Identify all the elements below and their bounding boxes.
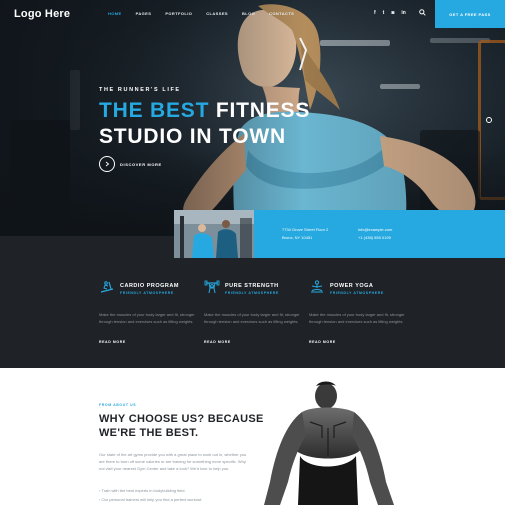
hero-headline: THE BEST FITNESS STUDIO IN TOWN bbox=[99, 98, 310, 150]
discover-more-button[interactable]: DISCOVER MORE bbox=[99, 156, 162, 172]
feature-subtitle: FRIENDLY ATMOSPHERE bbox=[120, 291, 174, 295]
feature-description: Make the muscles of your body larger and… bbox=[309, 312, 405, 324]
main-nav: HOME PAGES PORTFOLIO CLASSES BLOG CONTAC… bbox=[108, 11, 308, 16]
why-heading: WHY CHOOSE US? BECAUSE WE'RE THE BEST. bbox=[99, 412, 264, 440]
discover-more-label[interactable]: DISCOVER MORE bbox=[120, 162, 162, 167]
nav-classes[interactable]: CLASSES bbox=[206, 11, 228, 16]
phone-link[interactable]: +1 (438) 555 0199 bbox=[358, 235, 391, 240]
why-choose-section: FROM ABOUT US WHY CHOOSE US? BECAUSE WE'… bbox=[0, 368, 505, 505]
feature-title: CARDIO PROGRAM bbox=[120, 283, 179, 289]
social-links: f t ◙ in bbox=[374, 10, 406, 16]
trainer-photo bbox=[174, 210, 254, 258]
why-bullet: › Our personal trainers will help you fi… bbox=[99, 497, 202, 502]
nav-pages[interactable]: PAGES bbox=[136, 11, 152, 16]
contact-strip: 7734 Grove Street Floor 2 Bronx, NY 1045… bbox=[254, 210, 505, 258]
why-heading-line1: WHY CHOOSE US? BECAUSE bbox=[99, 413, 264, 425]
athlete-photo bbox=[264, 381, 394, 505]
address-line1: 7734 Grove Street Floor 2 bbox=[282, 227, 329, 232]
features-section: CARDIO PROGRAM FRIENDLY ATMOSPHERE Make … bbox=[0, 258, 505, 368]
feature-title: POWER YOGA bbox=[330, 283, 374, 289]
read-more-link[interactable]: READ MORE bbox=[99, 340, 126, 344]
search-icon[interactable] bbox=[419, 9, 426, 16]
headline-accent: THE BEST bbox=[99, 99, 210, 122]
play-circle-icon[interactable] bbox=[99, 156, 115, 172]
why-heading-line2: WE'RE THE BEST. bbox=[99, 427, 199, 439]
why-bullet-text: Train with the best experts in bodybuild… bbox=[101, 488, 186, 493]
read-more-link[interactable]: READ MORE bbox=[309, 340, 336, 344]
email-link[interactable]: info@example.com bbox=[358, 227, 392, 232]
twitter-icon[interactable]: t bbox=[383, 10, 385, 16]
slider-dot[interactable] bbox=[486, 117, 492, 123]
feature-subtitle: FRIENDLY ATMOSPHERE bbox=[225, 291, 279, 295]
nav-portfolio[interactable]: PORTFOLIO bbox=[165, 11, 192, 16]
why-bullet-text: Our personal trainers will help you find… bbox=[101, 497, 203, 502]
weightlifter-icon bbox=[204, 280, 220, 294]
why-paragraph: Our state of the art gyms provide you wi… bbox=[99, 452, 247, 471]
read-more-link[interactable]: READ MORE bbox=[204, 340, 231, 344]
nav-home[interactable]: HOME bbox=[108, 11, 122, 16]
feature-description: Make the muscles of your body larger and… bbox=[204, 312, 300, 324]
page: Logo Here HOME PAGES PORTFOLIO CLASSES B… bbox=[0, 0, 505, 505]
feature-description: Make the muscles of your body larger and… bbox=[99, 312, 195, 324]
hero-section: Logo Here HOME PAGES PORTFOLIO CLASSES B… bbox=[0, 0, 505, 236]
instagram-icon[interactable]: ◙ bbox=[391, 10, 394, 16]
headline-rest: FITNESS bbox=[209, 99, 311, 122]
linkedin-icon[interactable]: in bbox=[401, 10, 405, 16]
facebook-icon[interactable]: f bbox=[374, 10, 376, 16]
why-bullet: › Train with the best experts in bodybui… bbox=[99, 488, 186, 493]
site-logo[interactable]: Logo Here bbox=[14, 8, 70, 20]
yoga-icon bbox=[311, 280, 323, 293]
why-eyebrow: FROM ABOUT US bbox=[99, 403, 137, 407]
feature-title: PURE STRENGTH bbox=[225, 283, 279, 289]
free-pass-button[interactable]: GET A FREE PASS bbox=[435, 0, 505, 28]
hero-eyebrow: THE RUNNER'S LIFE bbox=[99, 87, 181, 93]
address-line2: Bronx, NY 10451 bbox=[282, 235, 313, 240]
treadmill-icon bbox=[100, 281, 114, 293]
feature-subtitle: FRIENDLY ATMOSPHERE bbox=[330, 291, 384, 295]
navbar: Logo Here HOME PAGES PORTFOLIO CLASSES B… bbox=[0, 0, 505, 28]
nav-contacts[interactable]: CONTACTS bbox=[269, 11, 294, 16]
headline-line2: STUDIO IN TOWN bbox=[99, 125, 286, 148]
nav-blog[interactable]: BLOG bbox=[242, 11, 255, 16]
